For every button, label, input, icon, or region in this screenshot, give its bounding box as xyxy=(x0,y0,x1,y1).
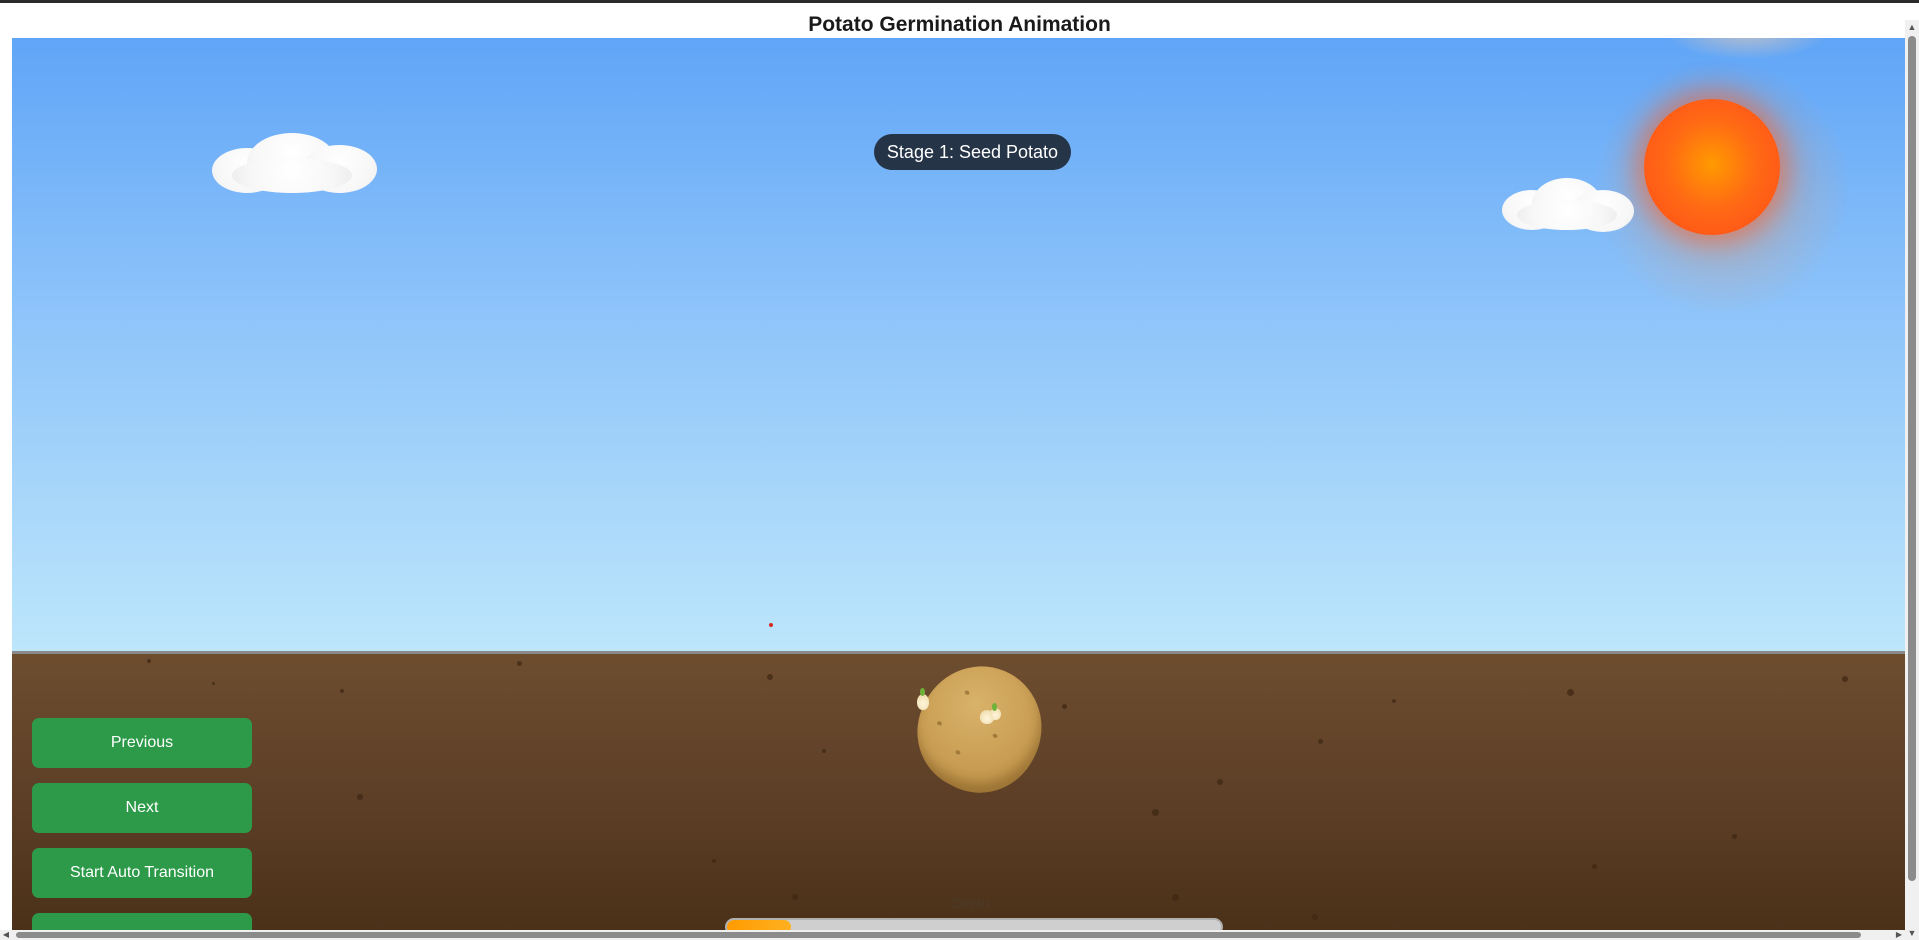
sprout-icon xyxy=(917,694,929,710)
horizontal-scroll-thumb[interactable] xyxy=(16,932,1861,938)
previous-button[interactable]: Previous xyxy=(32,718,252,768)
stage-badge: Stage 1: Seed Potato xyxy=(874,134,1071,170)
extra-control-button[interactable] xyxy=(32,913,252,930)
marker-dot xyxy=(769,623,773,627)
germination-scene: Stage 1: Seed Potato Previous Next Start… xyxy=(12,38,1905,930)
cloud-icon xyxy=(212,133,377,198)
page-title: Potato Germination Animation xyxy=(808,13,1111,36)
cloud-icon xyxy=(1502,178,1634,234)
sun-icon xyxy=(1644,99,1780,235)
scroll-up-icon[interactable]: ▲ xyxy=(1905,20,1919,34)
window-top-border xyxy=(0,0,1919,3)
progress-label: Depth xyxy=(952,895,990,911)
vertical-scroll-thumb[interactable] xyxy=(1908,36,1916,881)
progress-bar xyxy=(725,918,1223,930)
horizontal-scrollbar[interactable]: ◀ ▶ xyxy=(0,930,1905,940)
potato-icon xyxy=(896,644,1064,814)
next-button[interactable]: Next xyxy=(32,783,252,833)
control-panel: Previous Next Start Auto Transition xyxy=(32,718,252,930)
scroll-right-icon[interactable]: ▶ xyxy=(1893,930,1905,940)
progress-fill xyxy=(727,920,792,930)
scroll-left-icon[interactable]: ◀ xyxy=(0,930,12,940)
start-auto-transition-button[interactable]: Start Auto Transition xyxy=(32,848,252,898)
scroll-down-icon[interactable]: ▼ xyxy=(1905,926,1919,940)
vertical-scrollbar[interactable]: ▲ ▼ xyxy=(1905,20,1919,940)
